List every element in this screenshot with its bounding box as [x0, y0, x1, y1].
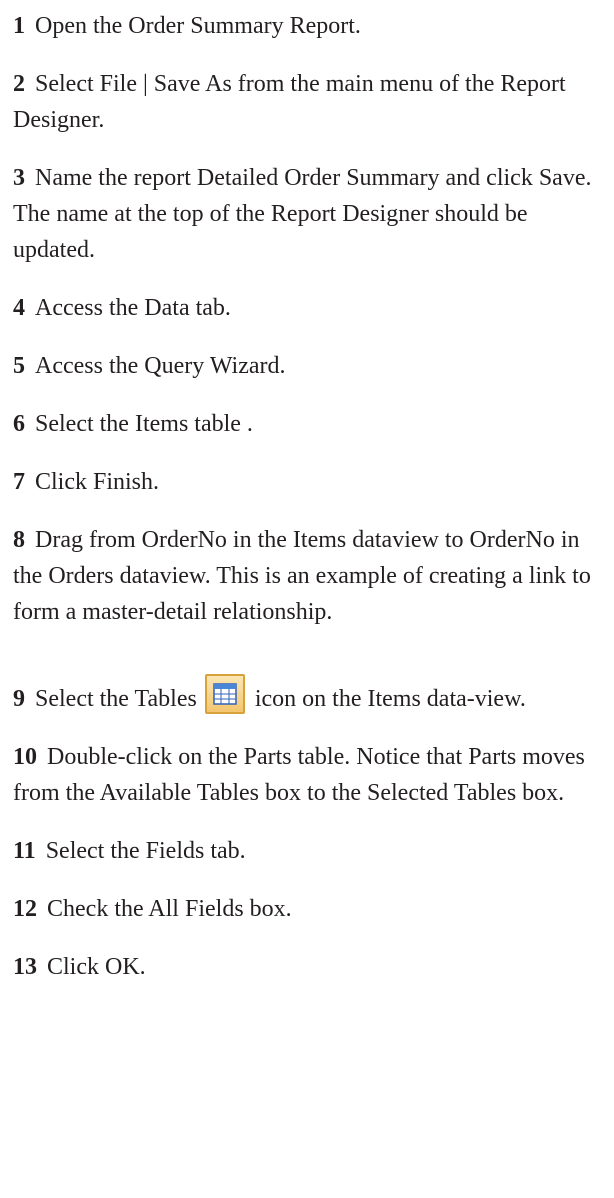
step-text: Select File | Save As from the main menu…: [13, 71, 566, 133]
step-number: 4: [13, 295, 25, 321]
step-number: 3: [13, 165, 25, 191]
step-text: Check the All Fields box.: [47, 896, 292, 922]
step-text: Select the Items table .: [35, 411, 253, 437]
step-10: 10 Double-click on the Parts table. Notic…: [13, 739, 598, 811]
step-number: 13: [13, 954, 37, 980]
tables-icon: [204, 674, 245, 714]
step-9: 9 Select the Tables icon on the Items dat…: [13, 674, 598, 717]
step-4: 4 Access the Data tab.: [13, 290, 598, 326]
step-text: Access the Query Wizard.: [35, 353, 286, 379]
step-text: Open the Order Summary Report.: [35, 13, 361, 39]
step-text: Access the Data tab.: [35, 295, 231, 321]
step-5: 5 Access the Query Wizard.: [13, 348, 598, 384]
step-11: 11 Select the Fields tab.: [13, 833, 598, 869]
step-number: 7: [13, 469, 25, 495]
step-text: Select the Fields tab.: [45, 838, 246, 864]
step-number: 12: [13, 896, 37, 922]
step-8: 8 Drag from OrderNo in the Items dataview…: [13, 522, 598, 630]
step-1: 1 Open the Order Summary Report.: [13, 8, 598, 44]
step-12: 12 Check the All Fields box.: [13, 891, 598, 927]
step-13: 13 Click OK.: [13, 949, 598, 985]
step-number: 8: [13, 527, 25, 553]
step-2: 2 Select File | Save As from the main men…: [13, 66, 598, 138]
step-text: Drag from OrderNo in the Items dataview …: [13, 527, 591, 625]
step-6: 6 Select the Items table .: [13, 406, 598, 442]
step-number: 2: [13, 71, 25, 97]
step-number: 6: [13, 411, 25, 437]
step-text: Double-click on the Parts table. Notice …: [13, 744, 585, 806]
step-number: 9: [13, 686, 25, 712]
step-number: 5: [13, 353, 25, 379]
instructions-page: 1 Open the Order Summary Report. 2 Select …: [0, 0, 614, 1198]
step-text: icon on the Items data-view.: [254, 686, 526, 712]
step-text: Select the Tables: [35, 686, 197, 712]
step-text: Click OK.: [47, 954, 146, 980]
step-text: Name the report Detailed Order Summary a…: [13, 165, 592, 263]
step-number: 10: [13, 744, 37, 770]
step-number: 1: [13, 13, 25, 39]
step-number: 11: [13, 838, 36, 864]
step-text: Click Finish.: [35, 469, 160, 495]
step-7: 7 Click Finish.: [13, 464, 598, 500]
step-3: 3 Name the report Detailed Order Summary …: [13, 160, 598, 268]
